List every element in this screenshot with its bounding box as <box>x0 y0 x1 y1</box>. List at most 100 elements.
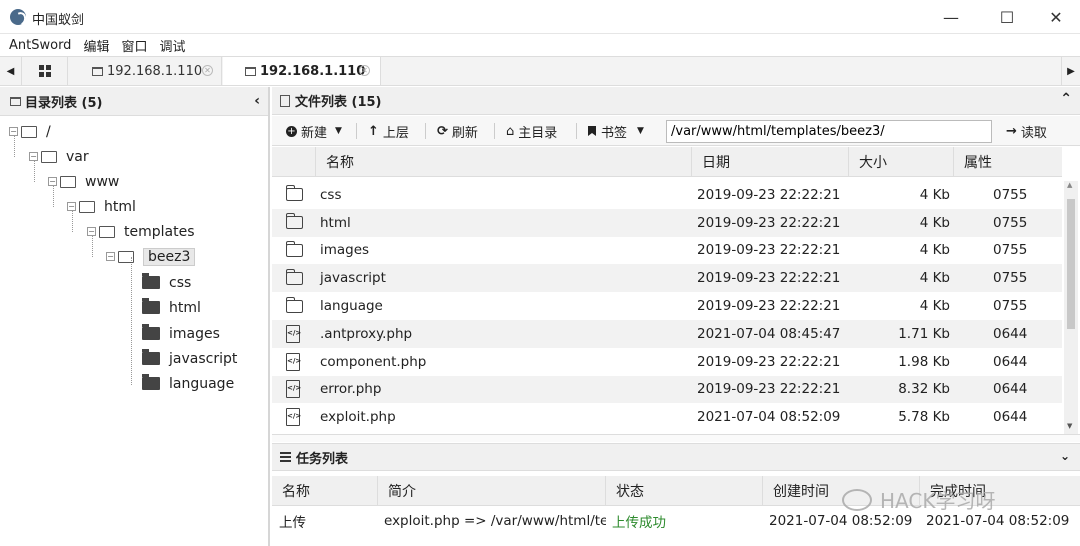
folder-open-icon <box>60 175 76 188</box>
title-bar: 中国蚁剑 — ☐ ✕ <box>0 0 1080 34</box>
tree-node-css[interactable]: css <box>142 270 191 295</box>
column-size[interactable]: 大小 <box>849 147 954 177</box>
home-directory-button[interactable]: ⌂ 主目录 <box>506 116 557 146</box>
file-row[interactable]: </> error.php 2019-09-23 22:22:21 8.32 Kb 06… <box>272 375 1062 404</box>
file-row[interactable]: css 2019-09-23 22:22:21 4 Kb 0755 <box>272 181 1062 209</box>
chevron-down-icon[interactable]: ⌄ <box>1060 449 1070 463</box>
close-tab-icon[interactable]: ✕ <box>202 65 213 76</box>
folder-open-icon <box>41 150 57 163</box>
file-name: error.php <box>320 381 382 398</box>
arrow-up-icon: ↑ <box>368 123 379 139</box>
window-icon <box>92 66 103 76</box>
close-button[interactable]: ✕ <box>1033 0 1079 34</box>
window-icon <box>245 66 256 76</box>
window-icon <box>10 96 21 106</box>
menu-antsword[interactable]: AntSword <box>9 38 71 53</box>
file-attr: 0644 <box>993 381 1028 398</box>
menu-edit[interactable]: 编辑 <box>83 36 109 55</box>
code-file-icon: </> <box>286 352 301 371</box>
file-row[interactable]: language 2019-09-23 22:22:21 4 Kb 0755 <box>272 292 1062 320</box>
directory-tree: − / − var − www − html − templates − bee… <box>0 119 268 399</box>
collapse-node-icon[interactable]: − <box>29 152 38 161</box>
file-row[interactable]: javascript 2019-09-23 22:22:21 4 Kb 0755 <box>272 264 1062 293</box>
file-size: 5.78 Kb <box>898 409 950 426</box>
tree-node-www[interactable]: − www <box>48 169 119 194</box>
file-type-cell: </> <box>286 320 312 348</box>
file-icon <box>280 94 290 107</box>
home-tab[interactable] <box>22 57 68 85</box>
column-attr[interactable]: 属性 <box>954 147 1062 177</box>
collapse-up-icon[interactable]: ⌃ <box>1060 91 1072 107</box>
refresh-button[interactable]: ⟳ 刷新 <box>437 116 478 146</box>
new-button[interactable]: + 新建 ▼ <box>286 116 342 146</box>
file-attr: 0755 <box>993 214 1028 231</box>
tree-node-var[interactable]: − var <box>29 144 89 169</box>
tree-node-templates[interactable]: − templates <box>87 219 195 244</box>
path-input[interactable] <box>666 120 992 143</box>
refresh-icon: ⟳ <box>437 123 448 139</box>
column-date[interactable]: 日期 <box>692 147 849 177</box>
minimize-button[interactable]: — <box>928 0 974 34</box>
task-column-name[interactable]: 名称 <box>272 476 378 506</box>
task-column-status[interactable]: 状态 <box>606 476 763 506</box>
folder-open-icon <box>118 250 134 263</box>
tab-shell-2[interactable]: 192.168.1.110 ✕ <box>223 57 381 85</box>
tree-node-html[interactable]: − html <box>67 194 136 219</box>
up-level-button[interactable]: ↑ 上层 <box>368 116 409 146</box>
collapse-node-icon[interactable]: − <box>9 127 18 136</box>
collapse-left-icon[interactable]: ‹ <box>254 93 260 109</box>
task-list-panel: 任务列表 ⌄ 名称 简介 状态 创建时间 完成时间 上传 exploit.php… <box>272 443 1080 546</box>
task-column-desc[interactable]: 简介 <box>378 476 606 506</box>
scroll-down-icon[interactable]: ▼ <box>1067 422 1072 430</box>
file-date: 2021-07-04 08:45:47 <box>697 325 841 342</box>
file-row[interactable]: images 2019-09-23 22:22:21 4 Kb 0755 <box>272 237 1062 265</box>
tab-label: 192.168.1.110 <box>260 63 366 79</box>
file-date: 2019-09-23 22:22:21 <box>697 214 841 231</box>
toolbar-divider <box>576 123 577 139</box>
read-path-button[interactable]: → 读取 <box>1006 116 1047 146</box>
file-attr: 0755 <box>993 298 1028 315</box>
collapse-node-icon[interactable]: − <box>48 177 57 186</box>
tree-node-html-child[interactable]: html <box>142 295 201 320</box>
maximize-button[interactable]: ☐ <box>984 0 1030 34</box>
folder-icon <box>285 213 303 230</box>
folder-icon <box>285 296 303 313</box>
collapse-node-icon[interactable]: − <box>67 202 76 211</box>
column-name[interactable]: 名称 <box>316 147 692 177</box>
file-type-cell <box>285 209 312 237</box>
collapse-node-icon[interactable]: − <box>106 252 115 261</box>
directory-panel-title: 目录列表 (5) <box>25 95 103 111</box>
file-row[interactable]: html 2019-09-23 22:22:21 4 Kb 0755 <box>272 208 1062 237</box>
file-size: 1.98 Kb <box>898 353 950 370</box>
close-tab-icon[interactable]: ✕ <box>359 65 370 76</box>
file-row[interactable]: </> .antproxy.php 2021-07-04 08:45:47 1.71 … <box>272 319 1062 348</box>
task-desc: exploit.php => /var/www/html/templates/b… <box>384 513 606 529</box>
scroll-up-icon[interactable]: ▲ <box>1067 181 1072 189</box>
tree-node-language[interactable]: language <box>142 371 234 396</box>
collapse-node-icon[interactable]: − <box>87 227 96 236</box>
list-icon <box>280 452 291 462</box>
tab-scroll-left-button[interactable]: ◀ <box>0 57 22 85</box>
file-list-scrollbar[interactable]: ▲ ▼ <box>1064 181 1078 434</box>
file-name: exploit.php <box>320 409 396 426</box>
tree-node-beez3[interactable]: − beez3 <box>106 244 196 269</box>
tree-node-root[interactable]: − / <box>9 119 51 144</box>
menu-debug[interactable]: 调试 <box>159 36 185 55</box>
file-row[interactable]: </> component.php 2019-09-23 22:22:21 1.98 … <box>272 348 1062 376</box>
folder-icon <box>142 298 160 314</box>
menu-window[interactable]: 窗口 <box>121 36 147 55</box>
file-attr: 0644 <box>993 409 1028 426</box>
code-file-icon: </> <box>286 408 301 427</box>
file-size: 4 Kb <box>919 242 950 259</box>
panel-splitter[interactable] <box>272 434 1080 442</box>
file-size: 1.71 Kb <box>898 325 950 342</box>
folder-icon <box>142 273 160 289</box>
column-icon <box>272 147 316 177</box>
scrollbar-thumb[interactable] <box>1067 199 1075 329</box>
tree-node-images[interactable]: images <box>142 321 220 346</box>
tab-shell-1[interactable]: 192.168.1.110 ✕ <box>70 57 222 85</box>
tab-scroll-right-button[interactable]: ▶ <box>1061 57 1080 85</box>
tree-node-javascript[interactable]: javascript <box>142 346 237 371</box>
file-row[interactable]: </> exploit.php 2021-07-04 08:52:09 5.78 Kb… <box>272 403 1062 431</box>
bookmark-button[interactable]: 书签 ▼ <box>588 116 644 146</box>
